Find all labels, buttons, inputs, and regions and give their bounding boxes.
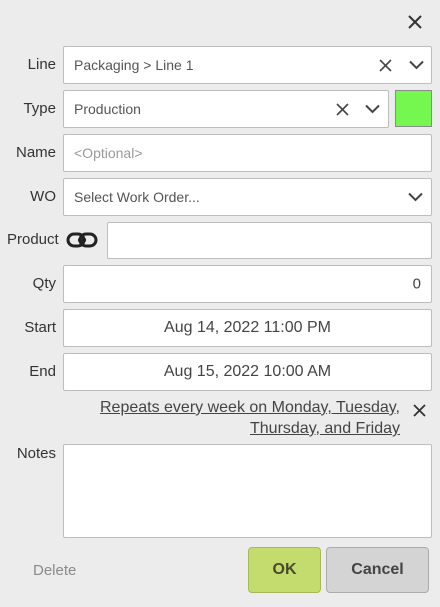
wo-label: WO — [30, 188, 56, 205]
line-dropdown-button[interactable] — [405, 54, 427, 76]
link-icon — [66, 232, 98, 248]
clear-icon — [378, 58, 392, 72]
delete-button[interactable]: Delete — [33, 562, 76, 579]
line-select[interactable]: Packaging > Line 1 — [63, 46, 432, 84]
repeat-summary-line-2: Thursday, and Friday — [250, 420, 400, 437]
qty-label: Qty — [32, 275, 56, 292]
work-order-dropdown-button[interactable] — [404, 186, 426, 208]
start-label: Start — [24, 319, 56, 336]
qty-value: 0 — [412, 275, 421, 293]
repeat-summary-line-1: Repeats every week on Monday, Tuesday, — [99, 399, 400, 416]
qty-input[interactable]: 0 — [63, 265, 432, 303]
product-label: Product — [7, 231, 59, 248]
work-order-select[interactable]: Select Work Order... — [63, 178, 432, 216]
notes-textarea[interactable] — [63, 444, 432, 538]
notes-label: Notes — [16, 445, 56, 462]
close-icon — [408, 15, 422, 29]
name-placeholder: <Optional> — [74, 145, 143, 161]
close-icon — [412, 403, 426, 417]
start-value: Aug 14, 2022 11:00 PM — [164, 319, 331, 336]
end-datetime-input[interactable]: Aug 15, 2022 10:00 AM — [63, 353, 432, 391]
end-value: Aug 15, 2022 10:00 AM — [163, 363, 332, 380]
type-label: Type — [23, 100, 56, 117]
type-color-swatch[interactable] — [395, 90, 432, 127]
product-link-button[interactable] — [66, 230, 98, 250]
type-clear-button[interactable] — [331, 98, 353, 120]
ok-button[interactable]: OK — [248, 547, 321, 593]
cancel-button[interactable]: Cancel — [326, 547, 429, 593]
name-label: Name — [15, 144, 56, 161]
line-clear-button[interactable] — [374, 54, 396, 76]
start-datetime-input[interactable]: Aug 14, 2022 11:00 PM — [63, 309, 432, 347]
chevron-down-icon — [408, 60, 424, 70]
end-label: End — [29, 363, 56, 380]
product-input[interactable] — [107, 222, 432, 259]
repeat-summary-link[interactable]: Repeats every week on Monday, Tuesday, T… — [60, 397, 400, 439]
clear-icon — [335, 102, 349, 116]
close-dialog-button[interactable] — [403, 10, 427, 34]
work-order-placeholder: Select Work Order... — [74, 189, 200, 205]
type-value: Production — [74, 101, 141, 117]
type-dropdown-button[interactable] — [361, 98, 383, 120]
line-value: Packaging > Line 1 — [74, 57, 194, 73]
chevron-down-icon — [364, 104, 380, 114]
name-input[interactable]: <Optional> — [63, 134, 432, 172]
type-select[interactable]: Production — [63, 90, 389, 128]
chevron-down-icon — [407, 192, 423, 202]
line-label: Line — [27, 56, 56, 73]
remove-repeat-button[interactable] — [410, 401, 428, 419]
